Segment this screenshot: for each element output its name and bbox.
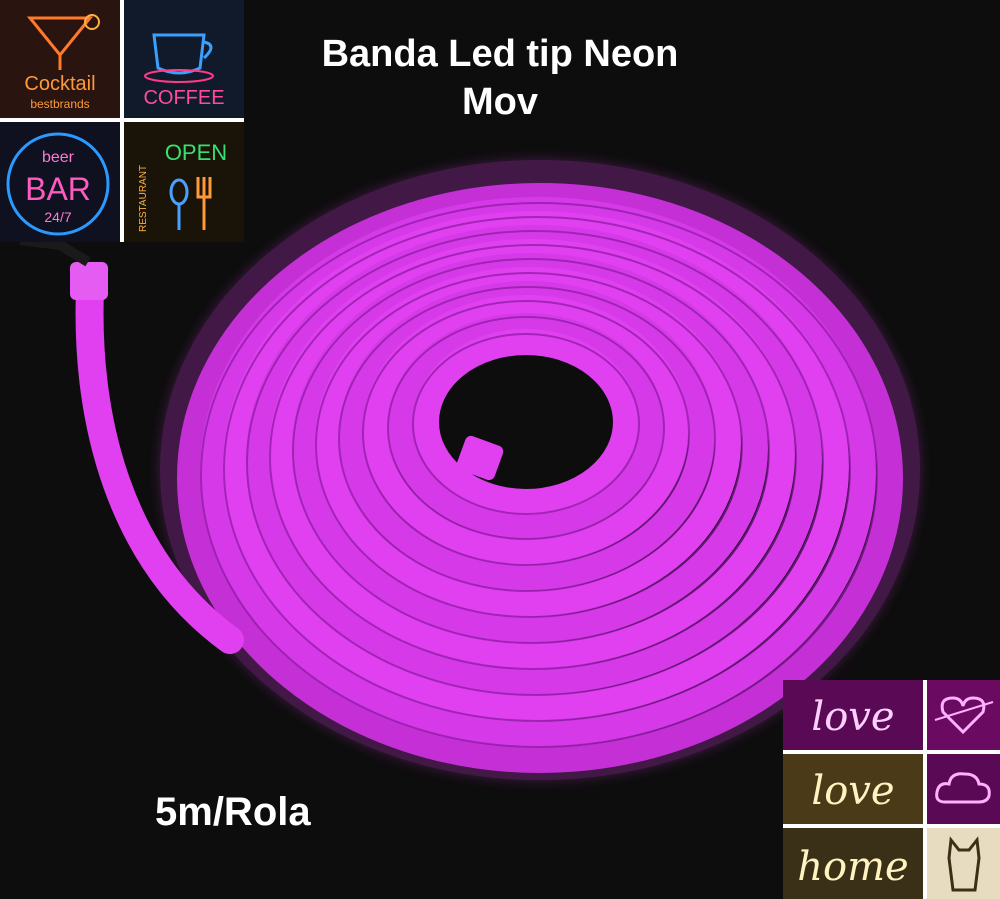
home-text: home	[797, 844, 908, 890]
love-pink-sign-icon: love	[783, 680, 923, 750]
cocktail-sign-icon: Cocktail bestbrands	[0, 0, 120, 118]
cloud-sign-icon	[927, 754, 1000, 824]
roll-length-caption: 5m/Rola	[155, 790, 311, 834]
example-signs-collage-top-left: Cocktail bestbrands COFFEE beer BAR 24/7…	[0, 0, 244, 242]
love-pink-text: love	[811, 694, 894, 740]
coffee-sign-icon: COFFEE	[124, 0, 244, 118]
title-line-1: Banda Led tip Neon	[321, 33, 679, 75]
restaurant-open-sign-icon: OPEN RESTAURANT	[124, 122, 244, 242]
love-warm-text: love	[811, 768, 894, 814]
beer-bar-sign-icon: beer BAR 24/7	[0, 122, 120, 242]
heart-arrow-sign-icon	[927, 680, 1000, 750]
cocktail-sub-text: bestbrands	[30, 97, 89, 111]
restaurant-text: RESTAURANT	[138, 165, 149, 232]
24-7-text: 24/7	[44, 209, 71, 225]
title-line-2: Mov	[462, 81, 538, 123]
product-title: Banda Led tip Neon Mov	[270, 30, 730, 126]
open-text: OPEN	[165, 140, 227, 165]
cocktail-text: Cocktail	[24, 73, 95, 95]
example-signs-collage-bottom-right: love love home	[783, 680, 1000, 899]
bar-text: BAR	[25, 171, 91, 207]
cat-sign-icon	[927, 828, 1000, 899]
home-sign-icon: home	[783, 828, 923, 899]
coffee-text: COFFEE	[143, 87, 224, 109]
love-warm-sign-icon: love	[783, 754, 923, 824]
beer-text: beer	[42, 149, 75, 166]
